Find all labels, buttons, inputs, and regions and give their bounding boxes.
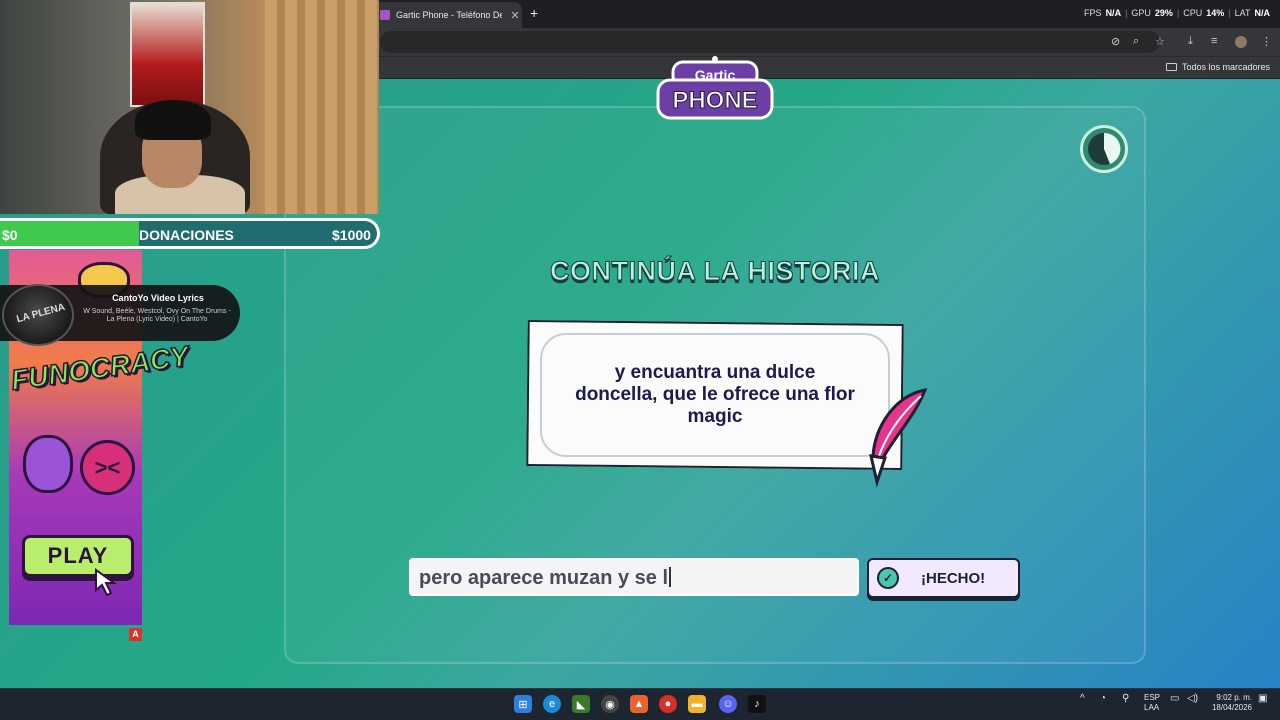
lang-label: ESP [1144, 693, 1161, 702]
file-explorer-icon[interactable]: ▬ [688, 695, 706, 713]
timer-pie [1088, 132, 1121, 165]
all-bookmarks-button[interactable]: Todos los marcadores [1165, 62, 1270, 72]
clock-time: 9:02 p. m. [1216, 693, 1252, 702]
brave-icon[interactable]: ▲ [630, 695, 648, 713]
layout-label: LAA [1144, 703, 1160, 712]
text-caret [669, 567, 672, 587]
story-input-value: pero aparece muzan y se l [419, 567, 669, 589]
done-button[interactable]: ✓ ¡HECHO! [867, 558, 1020, 598]
gpu-label: GPU [1131, 8, 1151, 18]
check-icon: ✓ [877, 567, 899, 589]
tiktok-icon[interactable]: ♪ [748, 695, 766, 713]
discord-icon[interactable]: ☺ [719, 695, 737, 713]
notification-icon[interactable]: ▣ [1258, 693, 1267, 704]
gpu-value: 29% [1154, 8, 1173, 18]
curtain [265, 0, 379, 214]
performance-overlay: FPS N/A | GPU 29% | CPU 14% | LAT N/A [1084, 8, 1270, 18]
all-bookmarks-label: Todos los marcadores [1181, 62, 1270, 72]
story-card-inner: y encuantra una dulce doncella, que le o… [540, 333, 890, 457]
fps-value: N/A [1105, 8, 1122, 18]
address-bar[interactable] [380, 31, 1160, 53]
now-playing-subtitle: W Sound, Beéle, Westcol, Ovy On The Drum… [83, 308, 231, 323]
divider: | [1228, 8, 1231, 18]
edge-icon[interactable]: e [543, 695, 561, 713]
screen: Gartic Phone - Teléfono Descon ✕ + FPS N… [0, 0, 1280, 720]
tray-chevron-icon[interactable]: ^ [1080, 693, 1085, 704]
download-icon[interactable]: ⤓ [1188, 35, 1193, 48]
cpu-label: CPU [1183, 8, 1203, 18]
streamer-hair [135, 100, 211, 140]
ad-badge: A [129, 628, 142, 641]
album-art-text: LA PLENA [15, 301, 67, 326]
microphone-icon[interactable]: ⚲ [1122, 693, 1129, 704]
lat-label: LAT [1234, 8, 1251, 18]
input-language[interactable]: ESP LAA [1144, 693, 1160, 713]
browser-tab[interactable]: Gartic Phone - Teléfono Descon ✕ [372, 2, 522, 28]
lat-value: N/A [1254, 8, 1271, 18]
logo-top-text: Gartic [695, 67, 736, 83]
media-icon[interactable]: ≡ [1211, 35, 1217, 47]
star-icon[interactable]: ☆ [1155, 35, 1165, 48]
wall-poster [130, 2, 205, 107]
quill-icon [869, 387, 928, 488]
new-tab-button[interactable]: + [530, 5, 538, 21]
donation-min: $0 [2, 227, 18, 243]
donation-title: DONACIONES [139, 227, 234, 243]
tray-app-icon[interactable]: ◔ [1100, 693, 1106, 704]
volume-icon[interactable]: ◁) [1187, 693, 1198, 704]
timer-icon [1080, 125, 1128, 173]
gartic-phone-logo: Gartic PHONE [656, 56, 774, 120]
done-button-label: ¡HECHO! [921, 569, 986, 587]
donation-progress-fill [0, 221, 140, 246]
windows-start-icon[interactable]: ⊞ [514, 695, 532, 713]
donation-max: $1000 [332, 227, 371, 243]
menu-icon[interactable]: ⋮ [1261, 35, 1272, 48]
tab-title: Gartic Phone - Teléfono Descon [396, 10, 502, 20]
story-input[interactable]: pero aparece muzan y se l [409, 558, 859, 596]
taskbar-clock[interactable]: 9:02 p. m. 18/04/2026 [1206, 693, 1252, 713]
pointer-cursor-icon [95, 568, 118, 597]
cpu-value: 14% [1206, 8, 1225, 18]
folder-icon [1165, 63, 1177, 71]
webcam-feed [0, 0, 379, 214]
page-title: CONTINÚA LA HISTORIA [550, 256, 881, 287]
obs-icon[interactable]: ◉ [601, 695, 619, 713]
now-playing-title: CantoYo Video Lyrics [112, 293, 204, 303]
divider: | [1125, 8, 1128, 18]
network-icon[interactable]: ▭ [1170, 693, 1179, 704]
fps-label: FPS [1084, 8, 1102, 18]
zoom-icon[interactable]: ⌕ [1133, 35, 1139, 48]
eye-off-icon[interactable]: ⊘ [1111, 35, 1120, 48]
angry-face-icon: >< [80, 440, 135, 495]
profile-avatar[interactable] [1235, 36, 1247, 48]
divider: | [1176, 8, 1180, 18]
donation-goal-bar: $0 DONACIONES $1000 [0, 218, 380, 249]
bearded-character-icon [23, 435, 73, 493]
tab-close-icon[interactable]: ✕ [508, 9, 522, 22]
nvidia-icon[interactable]: ◣ [572, 695, 590, 713]
gartic-favicon-icon [380, 10, 390, 20]
clock-date: 18/04/2026 [1211, 703, 1252, 712]
logo-bottom-text: PHONE [672, 87, 757, 114]
album-art: LA PLENA [2, 284, 74, 346]
chrome-icon[interactable]: ● [659, 695, 677, 713]
story-text: y encuantra una dulce doncella, que le o… [575, 362, 855, 427]
